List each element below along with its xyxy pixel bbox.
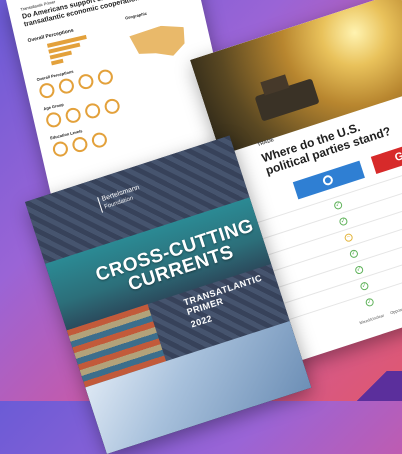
survey-map-label: Geographic <box>124 10 148 21</box>
legend: Mixed/Unclear Oppose <box>359 306 402 325</box>
survey-circle <box>76 72 95 91</box>
survey-circle <box>96 68 115 87</box>
mixed-icon: ~ <box>343 232 354 243</box>
survey-circle <box>64 106 83 125</box>
support-check-icon: ✓ <box>333 200 344 211</box>
legend-oppose: Oppose <box>389 306 402 316</box>
us-map <box>129 21 190 65</box>
survey-circle <box>83 101 102 120</box>
table-row <box>262 192 402 258</box>
support-check-icon: ✓ <box>338 216 349 227</box>
legend-mixed: Mixed/Unclear <box>358 312 385 326</box>
survey-circle <box>51 140 70 159</box>
corner-decoration <box>342 371 402 401</box>
dem-column-header <box>292 160 365 200</box>
survey-bar <box>50 58 64 66</box>
support-check-icon: ✓ <box>359 281 370 292</box>
survey-circle <box>44 110 63 129</box>
survey-circle <box>57 77 76 96</box>
support-check-icon: ✓ <box>348 248 359 259</box>
support-check-icon: ✓ <box>364 297 375 308</box>
survey-circle <box>90 131 109 150</box>
survey-section-3: Age Group <box>42 101 65 112</box>
survey-circle <box>70 135 89 154</box>
survey-circle <box>103 97 122 116</box>
table-row <box>267 208 402 274</box>
survey-circle <box>37 81 56 100</box>
support-check-icon: ✓ <box>354 264 365 276</box>
table-row <box>277 241 402 306</box>
